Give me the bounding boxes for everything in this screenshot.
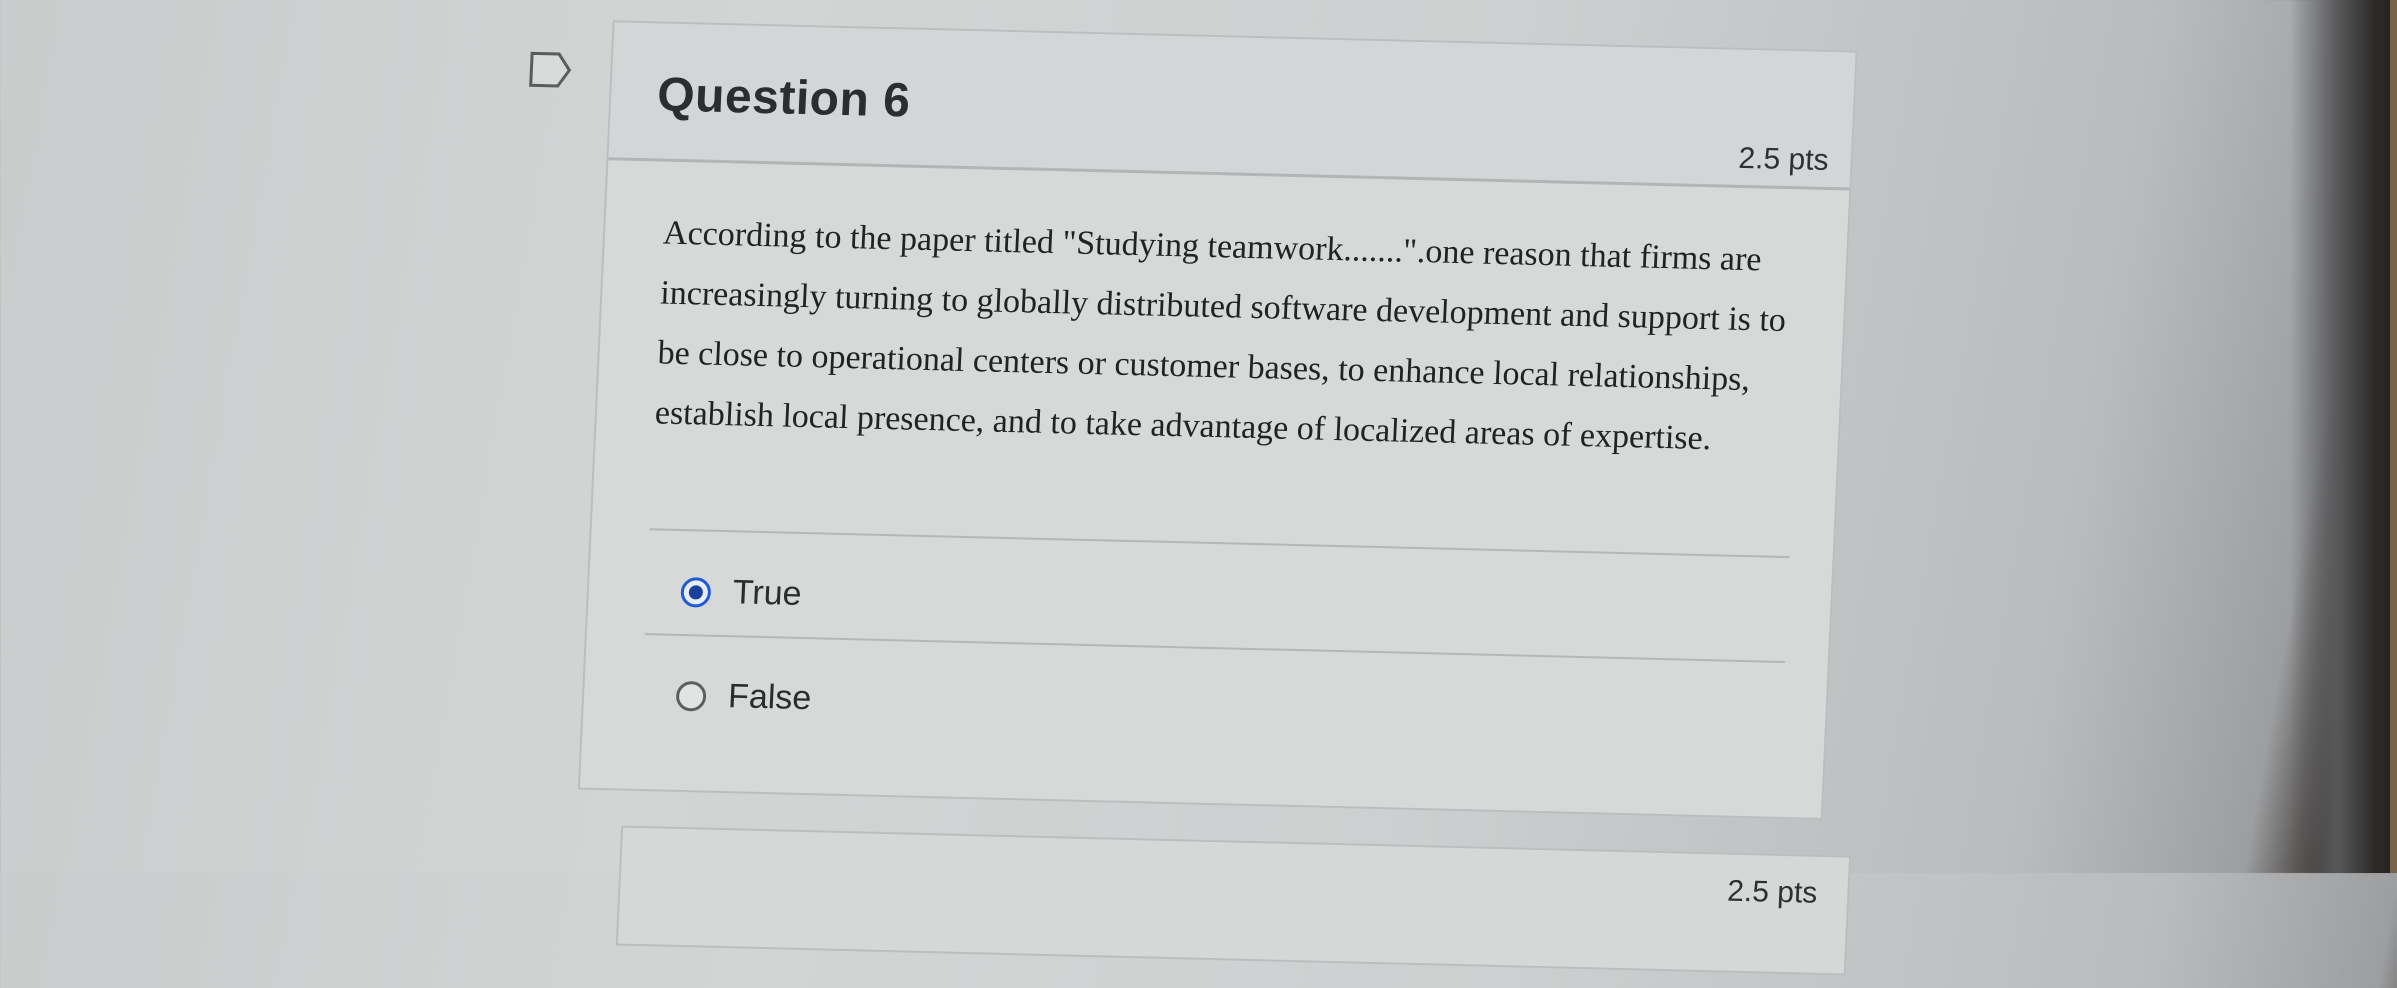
- question-title: Question 6: [656, 68, 912, 128]
- answer-divider-middle: [644, 633, 1785, 663]
- question-points: 2.5 pts: [1737, 141, 1830, 178]
- quiz-page: Question 6 2.5 pts According to the pape…: [0, 0, 2397, 976]
- answer-option-true[interactable]: True: [680, 572, 802, 614]
- radio-button[interactable]: [675, 680, 707, 712]
- question-text: According to the paper titled "Studying …: [654, 214, 1787, 458]
- answer-divider-top: [649, 528, 1790, 559]
- answer-label: True: [732, 573, 803, 613]
- flag-icon[interactable]: [528, 50, 574, 89]
- question-card: Question 6 2.5 pts According to the pape…: [577, 20, 1858, 820]
- answer-option-false[interactable]: False: [675, 676, 812, 718]
- next-question-points: 2.5 pts: [1726, 874, 1819, 910]
- radio-button-selected[interactable]: [680, 576, 712, 608]
- next-question-card: 2.5 pts: [615, 825, 1852, 976]
- question-header: Question 6 2.5 pts: [608, 22, 1856, 191]
- answer-label: False: [727, 677, 813, 718]
